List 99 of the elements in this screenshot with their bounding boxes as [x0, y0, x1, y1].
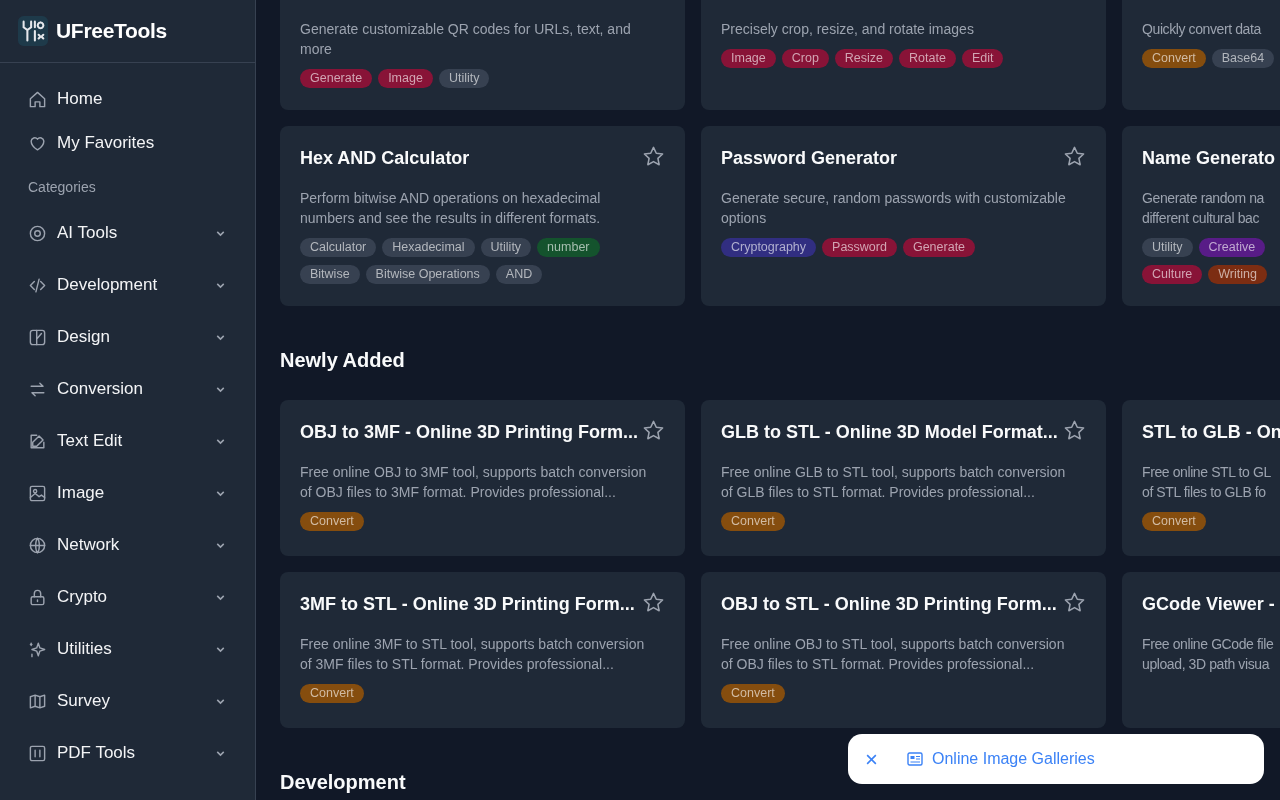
card-description: Free online GLB to STL tool, supports batch conversion of GLB files to STL format. Provides professional...: [721, 463, 1067, 502]
category-item[interactable]: PDF Tools: [28, 727, 227, 779]
card-title: Name Generato: [1142, 148, 1276, 169]
category-item[interactable]: Design: [28, 311, 227, 363]
tool-card[interactable]: OBJ to 3MF - Online 3D Printing Form... Free online OBJ to 3MF tool, supports batch conversion of OBJ files to 3MF format. Provides professional... Convert: [280, 400, 685, 556]
tag: Utility: [480, 238, 532, 257]
brand-name: UFreeTools: [56, 19, 167, 43]
star-icon[interactable]: [1063, 591, 1086, 614]
tag: Utility: [1142, 238, 1193, 257]
section-label: Categories: [28, 178, 97, 197]
pdf-icon: [28, 743, 47, 763]
nav-link[interactable]: Home: [28, 77, 227, 121]
eye-icon: [28, 223, 47, 243]
star-icon[interactable]: [642, 591, 665, 614]
tag: Image: [721, 49, 776, 68]
tool-card[interactable]: Generate customizable QR codes for URLs, text, and more Generate Image Utility: [280, 0, 685, 110]
card-title: 3MF to STL - Online 3D Printing Form...: [300, 594, 635, 615]
tool-card[interactable]: Hex AND Calculator Perform bitwise AND operations on hexadecimal numbers and see the results in different formats. Calculator Hexadecimal Utility number Bitwise Bitwise Operations AND: [280, 126, 685, 306]
tag: Cryptography: [721, 238, 817, 257]
card-description: Free online OBJ to STL tool, supports batch conversion of OBJ files to STL format. Provides professional...: [721, 635, 1066, 674]
tag: Rotate: [899, 49, 956, 68]
card-title: STL to GLB - On: [1142, 422, 1280, 443]
star-icon[interactable]: [642, 419, 665, 442]
category-item[interactable]: Text Edit: [28, 415, 227, 467]
sparkle-icon: [28, 639, 47, 659]
tool-card[interactable]: Precisely crop, resize, and rotate images Image Crop Resize Rotate Edit: [701, 0, 1106, 110]
design-icon: [28, 327, 47, 347]
tag: Generate: [300, 69, 373, 88]
card-description: Perform bitwise AND operations on hexadecimal numbers and see the results in different formats.: [300, 189, 602, 228]
edit-icon: [28, 431, 47, 451]
category-item[interactable]: AI Tools: [28, 207, 227, 259]
category-item[interactable]: Conversion: [28, 363, 227, 415]
newspaper-icon: [907, 752, 923, 766]
tag: Convert: [721, 512, 785, 531]
tag: Writing: [1208, 265, 1267, 284]
close-icon[interactable]: [865, 752, 878, 766]
card-description: Generate customizable QR codes for URLs, text, and more: [300, 20, 632, 59]
card-title: OBJ to STL - Online 3D Printing Form...: [721, 594, 1057, 615]
nav-link[interactable]: My Favorites: [28, 121, 227, 165]
card-title: Password Generator: [721, 148, 898, 169]
tag: Creative: [1198, 238, 1266, 257]
tag: Calculator: [300, 238, 377, 257]
tool-card[interactable]: 3MF to STL - Online 3D Printing Form... Free online 3MF to STL tool, supports batch conversion of 3MF files to STL format. Provides professional... Convert: [280, 572, 685, 728]
tool-card[interactable]: OBJ to STL - Online 3D Printing Form... Free online OBJ to STL tool, supports batch conversion of OBJ files to STL format. Provides professional... Convert: [701, 572, 1106, 728]
section-heading: Newly Added: [280, 349, 405, 372]
category-item[interactable]: Utilities: [28, 623, 227, 675]
star-icon[interactable]: [1063, 419, 1086, 442]
tool-card[interactable]: STL to GLB - On Free online STL to GL of STL files to GLB fo Convert: [1122, 400, 1280, 556]
card-description: Free online OBJ to 3MF tool, supports batch conversion of OBJ files to 3MF format. Provides professional...: [300, 463, 648, 502]
tag: Password: [822, 238, 897, 257]
category-item[interactable]: Network: [28, 519, 227, 571]
map-icon: [28, 691, 47, 711]
tag: Culture: [1142, 265, 1203, 284]
tag: Utility: [438, 69, 490, 88]
tag: number: [537, 238, 600, 257]
tool-card[interactable]: Password Generator Generate secure, random passwords with customizable options Cryptography Password Generate: [701, 126, 1106, 306]
tool-card[interactable]: Quickly convert data Convert Base64: [1122, 0, 1280, 110]
tag: Crop: [781, 49, 829, 68]
home-icon: [28, 89, 47, 109]
tag: Edit: [961, 49, 1004, 68]
category-item[interactable]: Crypto: [28, 571, 227, 623]
tag: Generate: [902, 238, 976, 257]
tool-card[interactable]: GLB to STL - Online 3D Model Format... Free online GLB to STL tool, supports batch conversion of GLB files to STL format. Provides professional... Convert: [701, 400, 1106, 556]
section-heading: Development: [280, 771, 406, 794]
card-description: Quickly convert data: [1142, 20, 1263, 39]
tag: AND: [495, 265, 543, 284]
card-title: GCode Viewer -: [1142, 594, 1275, 615]
category-item[interactable]: Survey: [28, 675, 227, 727]
globe-icon: [28, 535, 47, 555]
card-title: Hex AND Calculator: [300, 148, 470, 169]
tag: Convert: [1142, 512, 1206, 531]
tag: Resize: [834, 49, 894, 68]
star-icon[interactable]: [642, 145, 665, 168]
tool-card[interactable]: GCode Viewer - Free online GCode file upload, 3D path visua: [1122, 572, 1280, 728]
tag: Base64: [1211, 49, 1275, 68]
tag: Convert: [300, 512, 364, 531]
card-description: Free online 3MF to STL tool, supports batch conversion of 3MF files to STL format. Provides professional...: [300, 635, 646, 674]
category-item[interactable]: Development: [28, 259, 227, 311]
lock-icon: [28, 587, 47, 607]
card-description: Precisely crop, resize, and rotate images: [721, 20, 975, 39]
card-title: GLB to STL - Online 3D Model Format...: [721, 422, 1058, 443]
tag: Bitwise Operations: [365, 265, 490, 284]
popup-link[interactable]: Online Image Galleries: [932, 750, 1095, 768]
image-icon: [28, 483, 47, 503]
tag: Hexadecimal: [382, 238, 475, 257]
tag: Convert: [721, 684, 785, 703]
card-description: Free online GCode file upload, 3D path visua: [1142, 635, 1275, 674]
card-description: Generate secure, random passwords with customizable options: [721, 189, 1067, 228]
card-description: Generate random na different cultural bac: [1142, 189, 1266, 228]
tool-card[interactable]: Name Generato Generate random na different cultural bac Utility Creative Culture Writing: [1122, 126, 1280, 306]
card-description: Free online STL to GL of STL files to GLB fo: [1142, 463, 1272, 502]
card-title: OBJ to 3MF - Online 3D Printing Form...: [300, 422, 638, 443]
star-icon[interactable]: [1063, 145, 1086, 168]
tools-logo-icon: [18, 16, 48, 46]
tag: Bitwise: [300, 265, 360, 284]
tag: Image: [378, 69, 433, 88]
tag: Convert: [300, 684, 364, 703]
category-item[interactable]: Image: [28, 467, 227, 519]
tag: Convert: [1142, 49, 1206, 68]
